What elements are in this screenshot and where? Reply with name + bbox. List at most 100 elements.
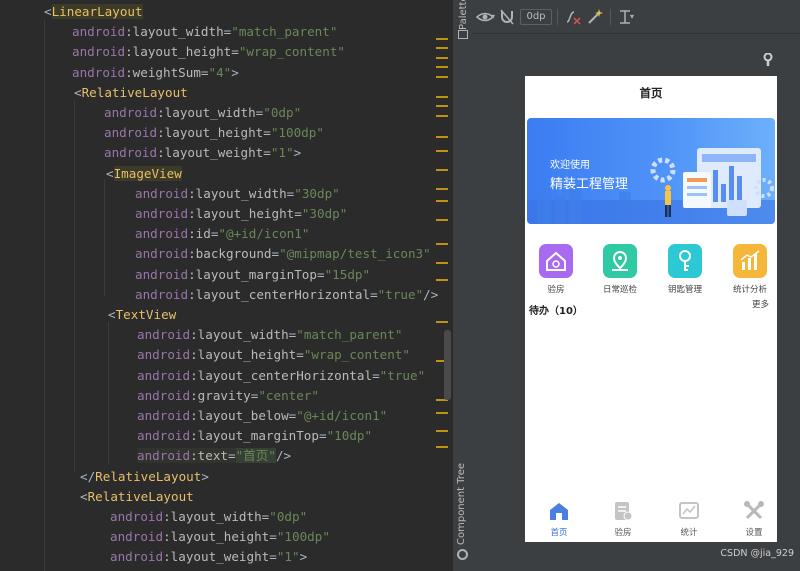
code-line[interactable]: android:layout_width="match_parent" xyxy=(72,22,337,42)
device-preview[interactable]: 首页 欢迎使用 精装工程管理 验房 日常巡检 钥匙管理 统计分析 待办（10） … xyxy=(525,76,777,542)
code-token: > xyxy=(293,145,302,161)
code-token: = xyxy=(370,286,378,302)
code-line[interactable]: </RelativeLayout> xyxy=(80,467,209,487)
component-tree-icon[interactable] xyxy=(457,549,468,560)
dropdown-arrow-icon[interactable]: ▾ xyxy=(630,8,634,26)
code-token: /> xyxy=(423,286,439,302)
warning-marker[interactable] xyxy=(436,446,448,448)
code-token: :layout_width xyxy=(190,327,289,343)
code-line[interactable]: android:layout_height="100dp" xyxy=(110,527,330,547)
code-token: :layout_weight xyxy=(163,549,270,565)
warning-marker[interactable] xyxy=(436,279,448,281)
code-token: RelativeLayout xyxy=(81,84,188,100)
code-line[interactable]: <RelativeLayout xyxy=(80,487,194,507)
warning-marker[interactable] xyxy=(436,115,448,117)
code-token: :layout_height xyxy=(125,44,232,60)
code-line[interactable]: android:layout_height="wrap_content" xyxy=(72,42,345,62)
warning-marker[interactable] xyxy=(436,57,448,59)
code-line[interactable]: android:background="@mipmap/test_icon3" xyxy=(135,244,431,264)
dropdown-arrow-icon[interactable]: ▾ xyxy=(491,8,495,26)
code-line[interactable]: android:layout_weight="1"> xyxy=(104,143,301,163)
todo-heading: 待办（10） xyxy=(529,306,583,317)
code-line[interactable]: android:layout_centerHorizontal="true" xyxy=(137,366,425,386)
house-icon xyxy=(539,244,573,278)
code-line[interactable]: android:weightSum="4"> xyxy=(72,63,239,83)
warning-marker[interactable] xyxy=(436,150,448,152)
warning-marker[interactable] xyxy=(436,105,448,107)
magnet-off-icon[interactable] xyxy=(499,8,515,26)
chart-icon xyxy=(678,500,700,522)
code-token: "center" xyxy=(258,387,320,403)
warning-marker[interactable] xyxy=(436,47,448,49)
code-editor[interactable]: <LinearLayout android:layout_width="match… xyxy=(0,0,452,571)
code-token: :layout_below xyxy=(190,408,289,423)
warning-marker[interactable] xyxy=(436,188,448,190)
palette-icon[interactable] xyxy=(458,30,468,39)
code-line[interactable]: android:text="首页"/> xyxy=(137,446,291,466)
code-line[interactable]: android:layout_marginTop="10dp" xyxy=(137,426,372,446)
inspect-icon xyxy=(612,500,634,522)
warning-marker[interactable] xyxy=(436,243,448,245)
code-token: "@+id/icon1" xyxy=(296,408,388,423)
code-token: android xyxy=(137,387,191,403)
code-line[interactable]: android:id="@+id/icon1" xyxy=(135,224,309,244)
code-line[interactable]: android:layout_width="30dp" xyxy=(135,184,340,204)
warning-marker[interactable] xyxy=(436,66,448,68)
warning-marker[interactable] xyxy=(436,200,448,202)
code-line[interactable]: <LinearLayout xyxy=(44,2,143,22)
code-token: "wrap_content" xyxy=(238,44,345,60)
warning-marker[interactable] xyxy=(436,38,448,40)
code-token: "0dp" xyxy=(269,509,308,524)
code-line[interactable]: <ImageView xyxy=(106,164,182,184)
quick-entry-label: 钥匙管理 xyxy=(667,285,702,295)
default-margin-field[interactable]: 0dp xyxy=(520,9,552,25)
code-line[interactable]: android:gravity="center" xyxy=(137,386,319,406)
code-line[interactable]: <RelativeLayout xyxy=(74,83,188,103)
code-token: < xyxy=(74,84,82,100)
location-pin-icon xyxy=(603,244,637,278)
code-token: "1" xyxy=(270,145,294,161)
warning-marker[interactable] xyxy=(436,219,448,221)
code-line[interactable]: android:layout_height="wrap_content" xyxy=(137,345,410,365)
warning-marker[interactable] xyxy=(436,412,448,414)
warning-marker[interactable] xyxy=(436,169,448,171)
code-line[interactable]: android:layout_centerHorizontal="true"/> xyxy=(135,285,438,305)
code-token: "true" xyxy=(379,367,426,383)
tools-icon xyxy=(743,500,765,522)
code-token: android xyxy=(135,185,189,201)
code-token: "100dp" xyxy=(276,529,330,545)
warning-marker[interactable] xyxy=(436,321,448,323)
code-token: = xyxy=(269,529,277,545)
code-line[interactable]: android:layout_height="30dp" xyxy=(135,204,347,224)
warning-marker[interactable] xyxy=(436,136,448,138)
code-token: "match_parent" xyxy=(231,24,338,40)
warning-marker[interactable] xyxy=(436,96,448,98)
code-token: > xyxy=(299,549,308,565)
component-tree-tab[interactable]: Component Tree xyxy=(456,463,467,545)
code-token: RelativeLayout xyxy=(95,468,202,484)
code-line[interactable]: android:layout_below="@+id/icon1" xyxy=(137,406,387,426)
palette-tab[interactable]: Palette xyxy=(458,0,469,30)
banner-illustration xyxy=(527,148,775,224)
wrench-icon[interactable] xyxy=(762,52,774,71)
nav-label: 首页 xyxy=(550,528,568,538)
code-token: android xyxy=(137,408,191,423)
code-line[interactable]: <TextView xyxy=(108,305,176,325)
code-token: :layout_marginTop xyxy=(188,266,317,282)
code-line[interactable]: android:layout_width="match_parent" xyxy=(137,325,402,345)
code-line[interactable]: android:layout_width="0dp" xyxy=(104,103,301,123)
code-line[interactable]: android:layout_marginTop="15dp" xyxy=(135,265,370,285)
editor-scrollbar[interactable] xyxy=(444,330,451,400)
clear-constraints-icon[interactable] xyxy=(564,8,582,26)
code-token: "1" xyxy=(276,549,300,565)
warning-marker[interactable] xyxy=(436,262,448,264)
code-token: "wrap_content" xyxy=(303,347,410,363)
code-line[interactable]: android:layout_width="0dp" xyxy=(110,507,307,527)
warning-marker[interactable] xyxy=(436,430,448,432)
magic-wand-icon[interactable] xyxy=(586,8,604,26)
warning-marker[interactable] xyxy=(436,76,448,78)
more-link[interactable]: 更多 xyxy=(752,298,769,310)
code-line[interactable]: android:layout_weight="1"> xyxy=(110,547,307,567)
code-line[interactable]: android:layout_height="100dp" xyxy=(104,123,324,143)
code-token: = xyxy=(263,145,271,161)
